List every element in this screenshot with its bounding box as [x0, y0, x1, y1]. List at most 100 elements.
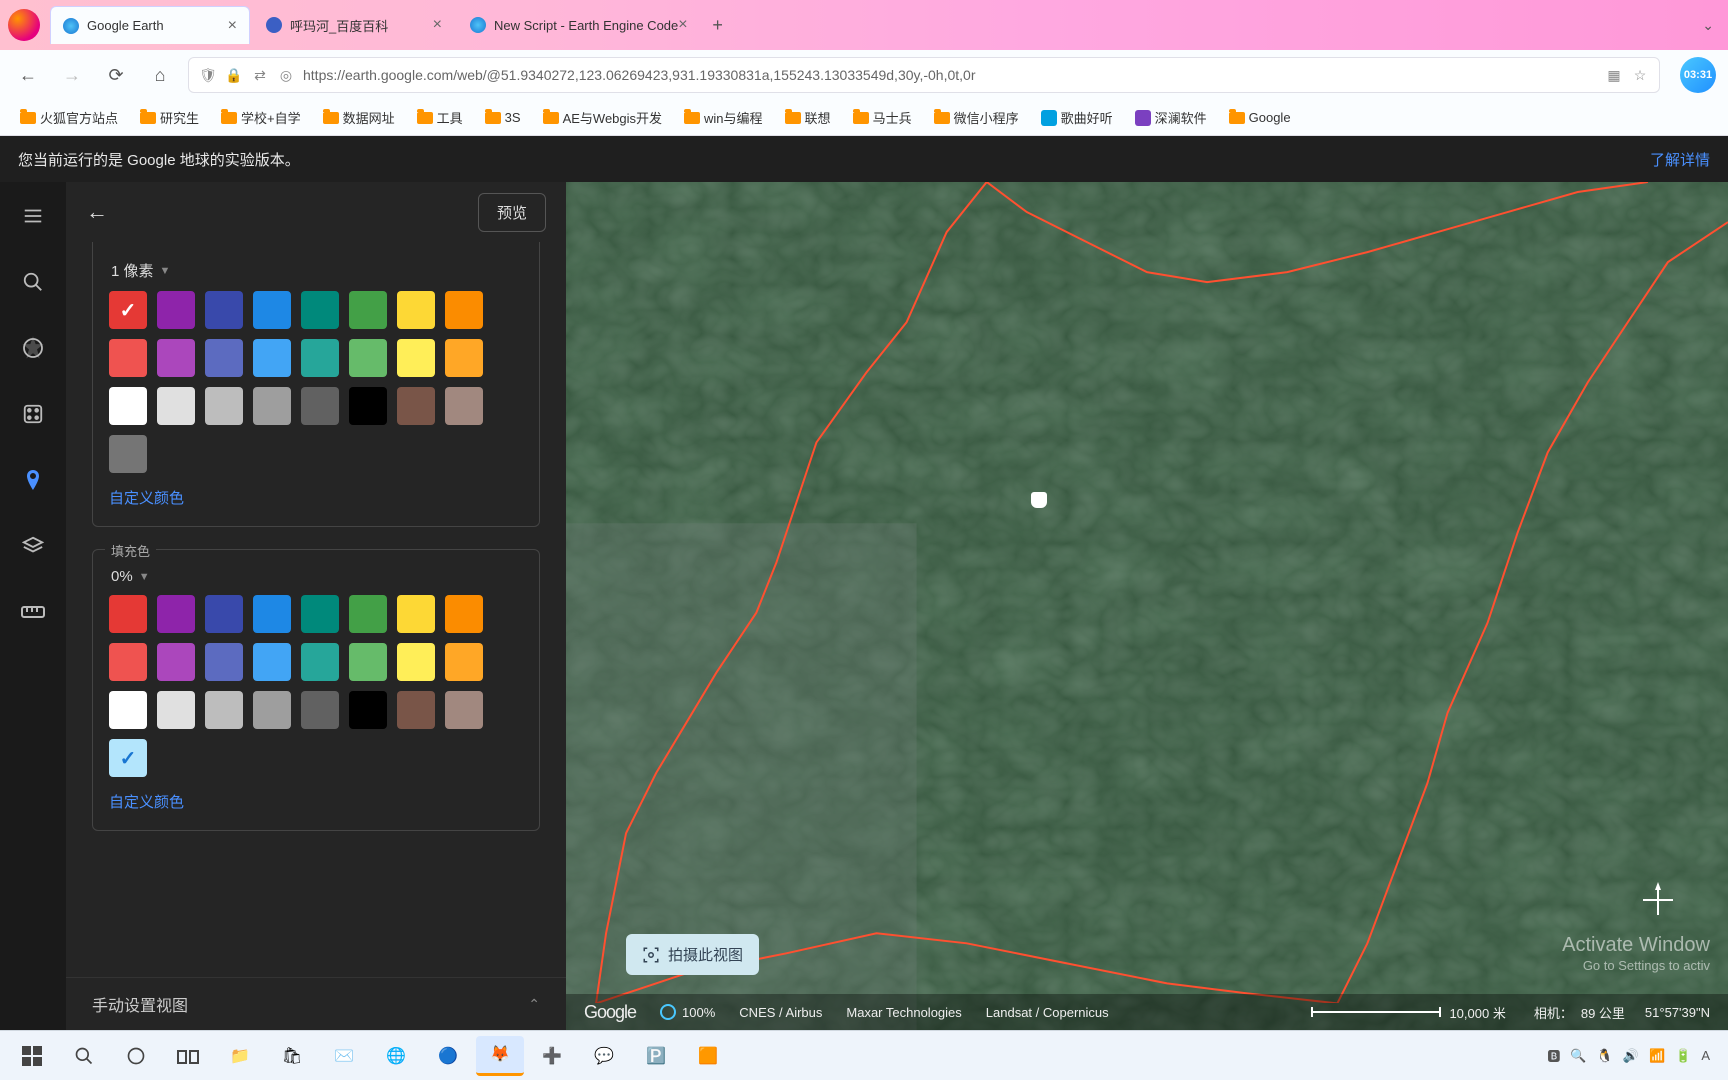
color-swatch[interactable]	[109, 595, 147, 633]
bookmark-item[interactable]: 3S	[477, 106, 529, 129]
color-swatch[interactable]	[253, 387, 291, 425]
custom-color-link[interactable]: 自定义颜色	[109, 487, 523, 508]
close-icon[interactable]: ×	[433, 16, 442, 34]
color-swatch[interactable]	[109, 435, 147, 473]
color-swatch[interactable]	[109, 643, 147, 681]
close-icon[interactable]: ×	[228, 17, 237, 35]
color-swatch[interactable]	[253, 291, 291, 329]
search-button[interactable]	[60, 1036, 108, 1076]
color-swatch[interactable]	[157, 595, 195, 633]
color-swatch[interactable]	[253, 339, 291, 377]
color-swatch[interactable]	[109, 291, 147, 329]
edge-legacy-icon[interactable]: 🌐	[372, 1036, 420, 1076]
color-swatch[interactable]	[109, 739, 147, 777]
color-swatch[interactable]	[349, 339, 387, 377]
color-swatch[interactable]	[205, 291, 243, 329]
color-swatch[interactable]	[397, 643, 435, 681]
new-tab-button[interactable]: +	[704, 11, 732, 39]
color-swatch[interactable]	[349, 595, 387, 633]
taskview-button[interactable]	[164, 1036, 212, 1076]
color-swatch[interactable]	[397, 387, 435, 425]
bookmark-star-icon[interactable]: ☆	[1631, 66, 1649, 84]
learn-more-link[interactable]: 了解详情	[1650, 149, 1710, 170]
start-button[interactable]	[8, 1036, 56, 1076]
explorer-icon[interactable]: 📁	[216, 1036, 264, 1076]
color-swatch[interactable]	[301, 691, 339, 729]
tab-dropdown-icon[interactable]: ⌄	[1696, 11, 1720, 40]
color-swatch[interactable]	[349, 643, 387, 681]
bookmark-item[interactable]: 火狐官方站点	[12, 104, 126, 131]
color-swatch[interactable]	[397, 339, 435, 377]
color-swatch[interactable]	[397, 595, 435, 633]
edge-icon[interactable]: 🔵	[424, 1036, 472, 1076]
tab-google-earth[interactable]: Google Earth ×	[50, 6, 250, 44]
url-input[interactable]: 🛡 🔒 ⇄ ◎ https://earth.google.com/web/@51…	[188, 57, 1660, 93]
tray-icon[interactable]: 🔍	[1570, 1048, 1586, 1064]
color-swatch[interactable]	[109, 387, 147, 425]
home-button[interactable]: ⌂	[144, 59, 176, 91]
tray-icon[interactable]: 🔊	[1623, 1048, 1639, 1064]
bookmark-item[interactable]: 研究生	[132, 104, 207, 131]
voyager-icon[interactable]	[19, 334, 47, 362]
color-swatch[interactable]	[253, 595, 291, 633]
bookmark-item[interactable]: 学校+自学	[213, 104, 309, 131]
projects-icon[interactable]	[19, 466, 47, 494]
wechat-icon[interactable]: 💬	[580, 1036, 628, 1076]
color-swatch[interactable]	[445, 291, 483, 329]
compass-icon[interactable]	[1638, 880, 1678, 920]
tray-icon[interactable]: 📶	[1649, 1048, 1665, 1064]
color-swatch[interactable]	[109, 339, 147, 377]
color-swatch[interactable]	[445, 643, 483, 681]
manual-view-section[interactable]: 手动设置视图 ⌃	[66, 977, 566, 1030]
color-swatch[interactable]	[349, 691, 387, 729]
color-swatch[interactable]	[157, 691, 195, 729]
layers-icon[interactable]	[19, 532, 47, 560]
color-swatch[interactable]	[349, 291, 387, 329]
bookmark-item[interactable]: 马士兵	[845, 104, 920, 131]
bookmark-item[interactable]: 歌曲好听	[1033, 104, 1121, 131]
tray-icon[interactable]: 🅱	[1547, 1046, 1560, 1065]
color-swatch[interactable]	[301, 339, 339, 377]
pycharm-icon[interactable]: 🅿️	[632, 1036, 680, 1076]
bookmark-item[interactable]: 数据网址	[315, 104, 403, 131]
color-swatch[interactable]	[445, 595, 483, 633]
bookmark-item[interactable]: win与编程	[676, 104, 771, 131]
bookmark-item[interactable]: 微信小程序	[926, 104, 1027, 131]
bookmark-item[interactable]: Google	[1221, 106, 1299, 129]
color-swatch[interactable]	[301, 387, 339, 425]
custom-color-link[interactable]: 自定义颜色	[109, 791, 523, 812]
tab-earth-engine[interactable]: New Script - Earth Engine Code ×	[458, 6, 700, 44]
app-icon[interactable]: ➕	[528, 1036, 576, 1076]
color-swatch[interactable]	[157, 339, 195, 377]
color-swatch[interactable]	[445, 691, 483, 729]
tray-icon[interactable]: A	[1701, 1048, 1710, 1063]
dice-icon[interactable]	[19, 400, 47, 428]
tab-baidu-baike[interactable]: 呼玛河_百度百科 ×	[254, 6, 454, 44]
back-arrow-icon[interactable]: ←	[86, 199, 108, 225]
color-swatch[interactable]	[445, 387, 483, 425]
app-icon[interactable]: 🟧	[684, 1036, 732, 1076]
color-swatch[interactable]	[205, 595, 243, 633]
color-swatch[interactable]	[301, 643, 339, 681]
menu-icon[interactable]	[19, 202, 47, 230]
preview-button[interactable]: 预览	[478, 193, 546, 232]
clock-badge[interactable]: 03:31	[1680, 57, 1716, 93]
reload-button[interactable]: ⟳	[100, 59, 132, 91]
system-tray[interactable]: 🅱🔍🐧🔊📶🔋A	[1537, 1046, 1720, 1065]
color-swatch[interactable]	[397, 691, 435, 729]
color-swatch[interactable]	[349, 387, 387, 425]
map-view[interactable]: Activate Window Go to Settings to activ …	[566, 182, 1728, 1030]
bookmark-item[interactable]: AE与Webgis开发	[535, 104, 670, 131]
bookmark-item[interactable]: 联想	[777, 104, 839, 131]
color-swatch[interactable]	[301, 595, 339, 633]
bookmark-item[interactable]: 深澜软件	[1127, 104, 1215, 131]
back-button[interactable]: ←	[12, 59, 44, 91]
color-swatch[interactable]	[253, 643, 291, 681]
close-icon[interactable]: ×	[678, 16, 687, 34]
tray-icon[interactable]: 🐧	[1597, 1048, 1613, 1064]
color-swatch[interactable]	[157, 643, 195, 681]
color-swatch[interactable]	[205, 387, 243, 425]
bookmark-item[interactable]: 工具	[409, 104, 471, 131]
color-swatch[interactable]	[301, 291, 339, 329]
color-swatch[interactable]	[253, 691, 291, 729]
